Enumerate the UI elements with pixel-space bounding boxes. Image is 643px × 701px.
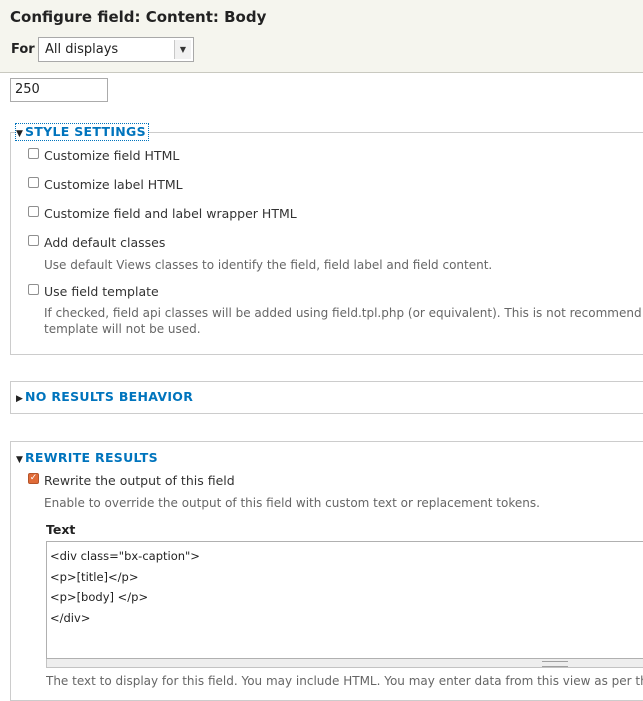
rewrite-output-label: Rewrite the output of this field xyxy=(44,473,235,488)
style-settings-toggle[interactable]: ▼ STYLE SETTINGS xyxy=(15,123,149,141)
textarea-line: </div> xyxy=(50,610,91,625)
customize-wrapper-html-label: Customize field and label wrapper HTML xyxy=(44,206,297,221)
add-default-classes-description: Use default Views classes to identify th… xyxy=(44,258,493,272)
customize-label-html-label: Customize label HTML xyxy=(44,177,183,192)
use-field-template-label: Use field template xyxy=(44,284,159,299)
display-select[interactable]: All displays ▼ xyxy=(38,37,194,62)
add-default-classes-checkbox[interactable] xyxy=(28,235,39,246)
text-help-description: The text to display for this field. You … xyxy=(46,674,643,688)
style-settings-legend: STYLE SETTINGS xyxy=(25,124,146,139)
textarea-line: <div class="bx-caption"> xyxy=(50,549,200,563)
rewrite-results-legend: REWRITE RESULTS xyxy=(25,450,158,465)
customize-field-html-label: Customize field HTML xyxy=(44,148,180,163)
no-results-toggle[interactable]: ▶ NO RESULTS BEHAVIOR xyxy=(16,389,193,405)
triangle-right-icon: ▶ xyxy=(16,394,24,404)
customize-label-html-checkbox[interactable] xyxy=(28,177,39,188)
use-field-template-description-line1: If checked, field api classes will be ad… xyxy=(44,306,642,320)
dialog-title: Configure field: Content: Body xyxy=(10,8,267,26)
rewrite-output-description: Enable to override the output of this fi… xyxy=(44,496,540,510)
textarea-line: <p>[body] </p> xyxy=(50,590,149,604)
triangle-down-icon: ▼ xyxy=(16,129,24,139)
add-default-classes-label: Add default classes xyxy=(44,235,166,250)
customize-field-html-checkbox[interactable] xyxy=(28,148,39,159)
textarea-resize-grippie[interactable] xyxy=(46,659,643,668)
customize-wrapper-html-checkbox[interactable] xyxy=(28,206,39,217)
for-label: For xyxy=(11,42,35,57)
rewrite-output-checkbox[interactable]: ✓ xyxy=(28,473,39,484)
triangle-down-icon: ▼ xyxy=(16,455,24,465)
use-field-template-description-line2: template will not be used. xyxy=(44,322,201,336)
rewrite-results-toggle[interactable]: ▼ REWRITE RESULTS xyxy=(16,450,158,466)
chevron-down-icon[interactable]: ▼ xyxy=(174,40,191,59)
use-field-template-checkbox[interactable] xyxy=(28,284,39,295)
rewrite-text-textarea[interactable]: <div class="bx-caption"> <p>[title]</p> … xyxy=(46,541,643,659)
dialog-header: Configure field: Content: Body For All d… xyxy=(0,0,643,73)
text-field-label: Text xyxy=(46,522,76,537)
textarea-line: <p>[title]</p> xyxy=(50,569,139,584)
display-select-value: All displays xyxy=(45,42,119,57)
grip-lines-icon xyxy=(542,661,568,667)
max-length-input[interactable]: 250 xyxy=(10,78,108,102)
no-results-legend: NO RESULTS BEHAVIOR xyxy=(25,389,194,404)
